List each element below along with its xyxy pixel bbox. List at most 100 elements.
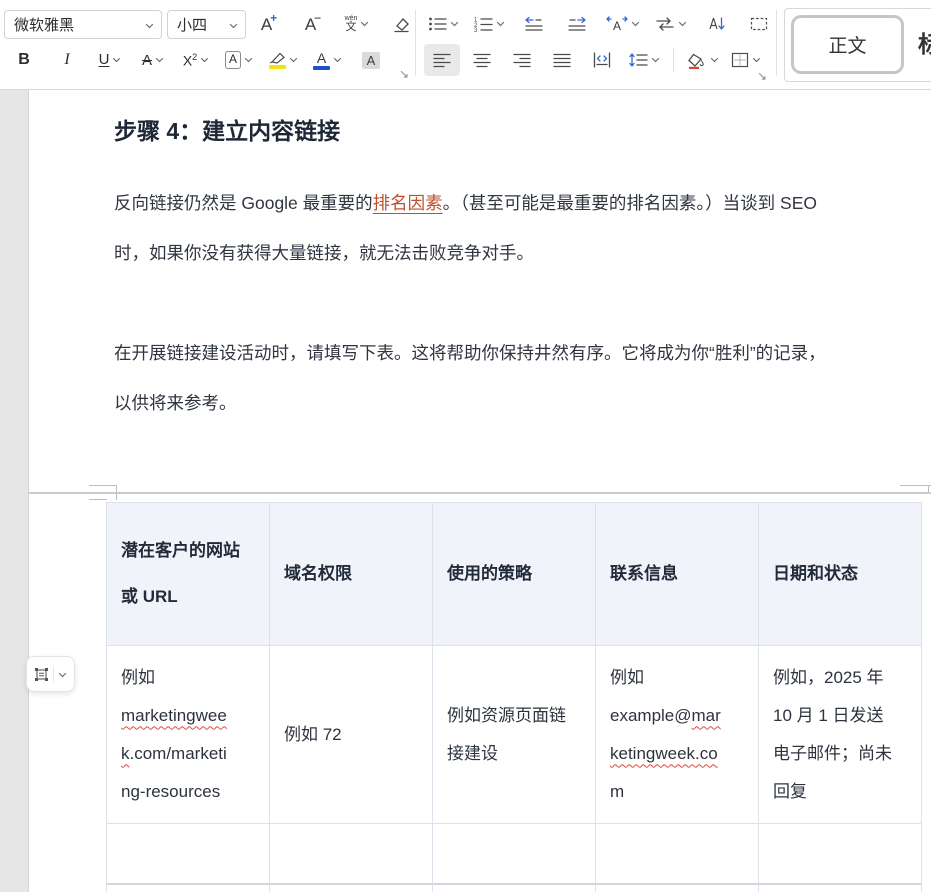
text-run: 10 月 1 日发送 [773, 706, 884, 725]
font-dialog-launcher[interactable]: ↘ [399, 68, 409, 80]
char-shading-icon: A [362, 52, 381, 69]
text-highlight-button[interactable] [264, 44, 302, 76]
increase-font-size-button[interactable]: A+ [251, 8, 287, 40]
table-row [107, 824, 922, 885]
pinyin-icon: wén文 [345, 15, 358, 33]
italic-icon: I [64, 52, 69, 68]
paragraph[interactable]: 反向链接仍然是 Google 最重要的排名因素。（甚至可能是最重要的排名因素。）… [114, 178, 817, 278]
paragraph-group-row2 [424, 44, 765, 76]
chevron-down-icon [496, 21, 505, 27]
table-cell[interactable] [433, 885, 596, 892]
style-item-next-partial[interactable]: 标 [918, 25, 931, 59]
text-run: m [610, 782, 624, 801]
superscript-button[interactable]: X2 [178, 44, 214, 76]
show-formatting-marks-button[interactable] [741, 8, 777, 40]
cell-text-line: 接建设 [447, 735, 595, 773]
bullet-list-button[interactable] [424, 8, 463, 40]
table-cell[interactable] [596, 824, 759, 885]
increase-indent-button[interactable] [559, 8, 595, 40]
header-cell[interactable]: 潜在客户的网站或 URL [107, 503, 270, 646]
cell-text-line: 例如，2025 年 [773, 659, 921, 697]
table-cell[interactable] [759, 885, 922, 892]
document-canvas: 步骤 4：建立内容链接 反向链接仍然是 Google 最重要的排名因素。（甚至可… [0, 90, 931, 892]
decrease-font-size-button[interactable]: A− [295, 8, 331, 40]
text-run-misspelled: mar [692, 706, 721, 725]
table-row: 例如marketingweek.com/marketing-resources 例… [107, 646, 922, 824]
table-cell[interactable] [270, 885, 433, 892]
table-cell[interactable]: 例如 72 [270, 646, 433, 824]
justify-button[interactable] [544, 44, 580, 76]
ranking-factors-link[interactable]: 排名因素 [373, 193, 443, 213]
char-scale-icon: A [606, 16, 628, 32]
paragraph-dialog-launcher[interactable]: ↘ [757, 70, 767, 82]
distribute-text-button[interactable] [584, 44, 620, 76]
fill-icon [687, 52, 707, 69]
clear-formatting-button[interactable] [383, 8, 419, 40]
table-cell[interactable] [433, 824, 596, 885]
style-item-body-text[interactable]: 正文 [791, 15, 904, 74]
chevron-down-icon [229, 23, 238, 29]
text-run: 例如 72 [284, 725, 342, 744]
align-center-icon [473, 53, 491, 68]
table-select-icon [34, 667, 49, 682]
text-run: 例如资源页面链 [447, 706, 566, 725]
font-increase-icon: A+ [261, 16, 277, 33]
table-header-row: 潜在客户的网站或 URL域名权限使用的策略联系信息日期和状态 [107, 503, 922, 646]
table-cell[interactable] [107, 885, 270, 892]
table-cell[interactable]: 例如marketingweek.com/marketing-resources [107, 646, 270, 824]
phonetic-guide-button[interactable]: wén文 [339, 8, 375, 40]
font-color-icon: A [313, 51, 330, 70]
font-color-button[interactable]: A [309, 44, 346, 76]
text-run: 电子邮件；尚未 [773, 744, 892, 763]
font-size-select[interactable]: 小四 [167, 10, 246, 39]
table-cell[interactable] [107, 824, 270, 885]
table-cell[interactable] [596, 885, 759, 892]
decrease-indent-button[interactable] [516, 8, 552, 40]
header-cell[interactable]: 日期和状态 [759, 503, 922, 646]
character-border-button[interactable]: A [221, 44, 257, 76]
char-border-icon: A [225, 51, 241, 68]
paragraph[interactable]: 在开展链接建设活动时，请填写下表。这将帮助你保持井然有序。它将成为你“胜利”的记… [114, 328, 826, 428]
table-cell[interactable] [270, 824, 433, 885]
italic-button[interactable]: I [49, 44, 85, 76]
chevron-down-icon [450, 21, 459, 27]
svg-text:A: A [613, 19, 621, 32]
wrap-icon [655, 16, 675, 32]
align-left-button[interactable] [424, 44, 460, 76]
text-wrap-button[interactable] [651, 8, 691, 40]
numbered-list-button[interactable]: 123 [470, 8, 509, 40]
align-center-button[interactable] [464, 44, 500, 76]
page-break-line [29, 492, 931, 494]
table-cell[interactable] [759, 824, 922, 885]
document-heading[interactable]: 步骤 4：建立内容链接 [114, 112, 340, 150]
underline-button[interactable]: U [92, 44, 128, 76]
line-spacing-icon [628, 52, 648, 68]
sort-button[interactable] [698, 8, 734, 40]
shading-fill-button[interactable] [683, 44, 723, 76]
font-name-select[interactable]: 微软雅黑 [4, 10, 162, 39]
table-select-button[interactable] [26, 656, 75, 692]
align-right-button[interactable] [504, 44, 540, 76]
strikethrough-button[interactable]: A [135, 44, 171, 76]
document-page[interactable]: 步骤 4：建立内容链接 反向链接仍然是 Google 最重要的排名因素。（甚至可… [28, 90, 931, 892]
table-cell[interactable]: 例如example@marketingweek.com [596, 646, 759, 824]
numbers-icon: 123 [474, 16, 493, 32]
header-cell[interactable]: 联系信息 [596, 503, 759, 646]
header-text: 潜在客户的网站 [121, 528, 269, 574]
cell-text-line: ng-resources [121, 773, 269, 811]
toolbar-group-divider [415, 10, 416, 76]
header-cell[interactable]: 使用的策略 [433, 503, 596, 646]
character-scale-button[interactable]: A [602, 8, 644, 40]
chevron-down-icon [155, 57, 164, 63]
table-cell[interactable]: 例如资源页面链接建设 [433, 646, 596, 824]
character-shading-button[interactable]: A [353, 44, 389, 76]
indent-increase-icon [567, 16, 587, 32]
table-cell[interactable]: 例如，2025 年10 月 1 日发送电子邮件；尚未回复 [759, 646, 922, 824]
header-cell[interactable]: 域名权限 [270, 503, 433, 646]
text-run: 例如，2025 年 [773, 668, 884, 687]
indent-decrease-icon [524, 16, 544, 32]
text-boundary-mark [116, 485, 117, 492]
bold-button[interactable]: B [6, 44, 42, 76]
sort-icon [707, 16, 725, 32]
line-spacing-button[interactable] [624, 44, 664, 76]
